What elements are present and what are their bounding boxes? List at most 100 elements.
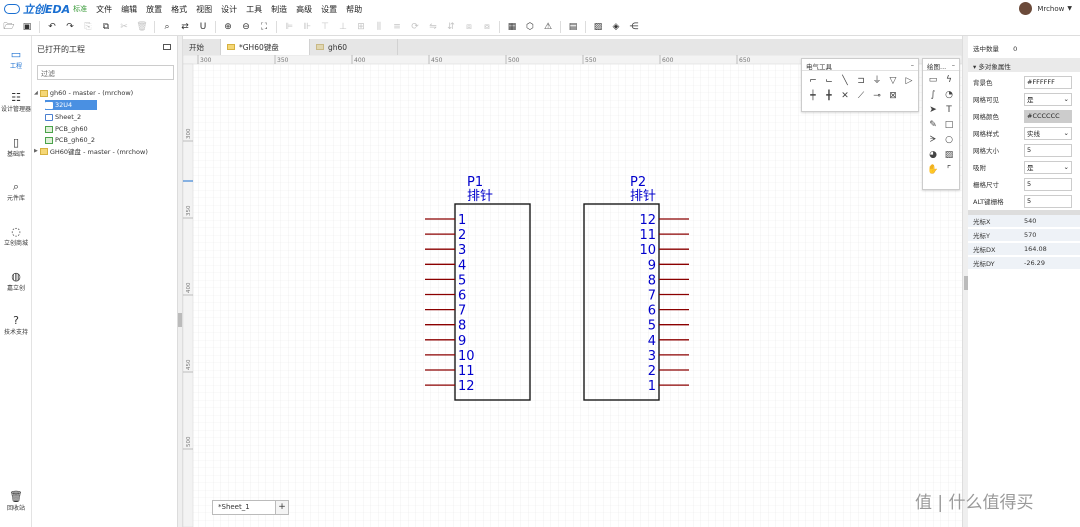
bring-front-icon[interactable]: ⧈ — [460, 19, 478, 35]
find-icon[interactable]: ⌕ — [158, 19, 176, 35]
wire-icon[interactable]: ⌐ — [805, 74, 821, 89]
zoom-fit-icon[interactable]: ⛶ — [255, 19, 273, 35]
rail-lcsc-mall[interactable]: ◌ 立创商城 — [0, 225, 32, 247]
tree-item-pcb[interactable]: PCB_gh60_2 — [45, 135, 95, 145]
arc-icon[interactable]: ◔ — [941, 88, 957, 103]
menu-settings[interactable]: 设置 — [321, 4, 337, 15]
app-logo[interactable]: 立创EDA 标准 — [4, 1, 87, 17]
menu-design[interactable]: 设计 — [221, 4, 237, 15]
schematic-canvas[interactable]: 300 350 400 450 500 550 600 650 300 350 400 450 500… — [183, 55, 962, 527]
sheet-tab-current[interactable]: *Sheet_1 — [212, 500, 276, 515]
rectangle-icon[interactable]: □ — [941, 118, 957, 133]
flip-v-icon[interactable]: ⇵ — [442, 19, 460, 35]
add-sheet-button[interactable]: + — [276, 500, 289, 515]
arrow-head-icon[interactable]: ➤ — [925, 103, 941, 118]
anchor-icon[interactable]: ⌜ — [941, 163, 957, 178]
pie-icon[interactable]: ◕ — [925, 148, 941, 163]
menu-fabrication[interactable]: 制造 — [271, 4, 287, 15]
align-top-icon[interactable]: ⊤ — [316, 19, 334, 35]
align-bottom-icon[interactable]: ⊥ — [334, 19, 352, 35]
bus-entry-icon[interactable]: ╲ — [837, 74, 853, 89]
menu-help[interactable]: 帮助 — [346, 4, 362, 15]
schematic-svg[interactable]: 300 350 400 450 500 550 600 650 300 350 400 450 500… — [183, 55, 962, 527]
spice-icon[interactable]: ⊠ — [885, 89, 901, 104]
rail-tech-support[interactable]: ? 技术支持 — [0, 314, 32, 336]
flip-h-icon[interactable]: ⇋ — [424, 19, 442, 35]
voltage-probe-icon[interactable]: ⊸ — [869, 89, 885, 104]
section-header[interactable]: ▾ 多对象属性 — [968, 58, 1080, 72]
align-right-icon[interactable]: ⊪ — [298, 19, 316, 35]
pin-icon[interactable]: ⟋ — [853, 89, 869, 104]
text-case-icon[interactable]: U — [194, 19, 212, 35]
circle-icon[interactable]: ○ — [941, 133, 957, 148]
component-icon[interactable]: ⬡ — [521, 19, 539, 35]
rail-project[interactable]: ▭ 工程 — [0, 48, 32, 70]
polygon-icon[interactable]: ᗒ — [925, 133, 941, 148]
rect-tool-icon[interactable]: ▭ — [925, 73, 941, 88]
menu-view[interactable]: 视图 — [196, 4, 212, 15]
snap-select[interactable]: 是 ⌄ — [1024, 160, 1072, 174]
paste-icon[interactable]: ⧉ — [97, 19, 115, 35]
minimize-icon[interactable]: – — [952, 61, 955, 69]
menu-place[interactable]: 放置 — [146, 4, 162, 15]
layers-icon[interactable]: ◈ — [607, 19, 625, 35]
replace-icon[interactable]: ⇄ — [176, 19, 194, 35]
text-tool-icon[interactable]: T — [941, 103, 957, 118]
pencil-icon[interactable]: ✎ — [925, 118, 941, 133]
share-icon[interactable]: ⋲ — [625, 19, 643, 35]
image-icon[interactable]: ▨ — [941, 148, 957, 163]
menu-format[interactable]: 格式 — [171, 4, 187, 15]
user-menu[interactable]: Mrchow ▼ — [1019, 2, 1072, 15]
drc-icon[interactable]: ⚠ — [539, 19, 557, 35]
copy-icon[interactable]: ⎘ — [79, 19, 97, 35]
grid-visible-select[interactable]: 是 ⌄ — [1024, 92, 1072, 106]
delete-icon[interactable]: 🗑 — [133, 19, 151, 35]
align-center-icon[interactable]: ⊞ — [352, 19, 370, 35]
rail-recycle-bin[interactable]: 🗑 回收站 — [0, 490, 32, 512]
minimize-icon[interactable]: – — [911, 61, 914, 69]
cut-icon[interactable]: ✂ — [115, 19, 133, 35]
distribute-v-icon[interactable]: ≡ — [388, 19, 406, 35]
tab-start[interactable]: 开始 — [183, 39, 221, 55]
background-color-input[interactable]: #FFFFFF — [1024, 75, 1072, 89]
panel-header[interactable]: 电气工具 – — [802, 59, 918, 71]
cross-icon[interactable]: ✕ — [837, 89, 853, 104]
send-back-icon[interactable]: ⧇ — [478, 19, 496, 35]
open-folder-icon[interactable]: 🗁 — [0, 19, 18, 35]
menu-tools[interactable]: 工具 — [246, 4, 262, 15]
menu-file[interactable]: 文件 — [96, 4, 112, 15]
grid-style-select[interactable]: 实线 ⌄ — [1024, 126, 1072, 140]
tree-item-pcb[interactable]: PCB_gh60 — [45, 124, 88, 134]
hand-pan-icon[interactable]: ✋ — [925, 163, 941, 178]
zoom-out-icon[interactable]: ⊖ — [237, 19, 255, 35]
rail-component-library[interactable]: ⌕ 元件库 — [0, 180, 32, 202]
align-left-icon[interactable]: ⊫ — [280, 19, 298, 35]
redo-icon[interactable]: ↷ — [61, 19, 79, 35]
no-connect-icon[interactable]: ╋ — [821, 89, 837, 104]
document-icon[interactable]: ▤ — [564, 19, 582, 35]
tree-item-project[interactable]: ▶ GH60键盘 - master - (mrchow) — [34, 146, 148, 156]
collapse-handle[interactable] — [178, 313, 182, 327]
save-icon[interactable]: ▣ — [18, 19, 36, 35]
expand-arrow-icon[interactable]: ▶ — [34, 148, 38, 154]
alt-snap-input[interactable]: 5 — [1024, 194, 1072, 208]
panel-header[interactable]: 绘图... – — [923, 59, 959, 71]
image-icon[interactable]: ▨ — [589, 19, 607, 35]
grid-color-input[interactable]: #CCCCCC — [1024, 109, 1072, 123]
tab-gh60[interactable]: gh60 — [310, 39, 398, 55]
polyline-icon[interactable]: ϟ — [941, 73, 957, 88]
distribute-h-icon[interactable]: ⫼ — [370, 19, 388, 35]
filter-input[interactable]: 过滤 — [37, 65, 174, 80]
zoom-in-icon[interactable]: ⊕ — [219, 19, 237, 35]
menu-advanced[interactable]: 高级 — [296, 4, 312, 15]
snap-size-input[interactable]: 5 — [1024, 177, 1072, 191]
net-port-icon[interactable]: ▷ — [901, 74, 917, 89]
tree-item-schematic[interactable]: Sheet_2 — [45, 112, 81, 122]
open-folder-icon[interactable] — [163, 44, 171, 50]
net-flag-icon[interactable]: ▽ — [885, 74, 901, 89]
tab-gh60-keyboard[interactable]: *GH60键盘 — [221, 39, 310, 55]
tree-item-schematic-selected[interactable]: 32U4 — [45, 100, 97, 110]
rail-jlc[interactable]: ◍ 嘉立创 — [0, 270, 32, 292]
bezier-icon[interactable]: ∫ — [925, 88, 941, 103]
grid-size-input[interactable]: 5 — [1024, 143, 1072, 157]
